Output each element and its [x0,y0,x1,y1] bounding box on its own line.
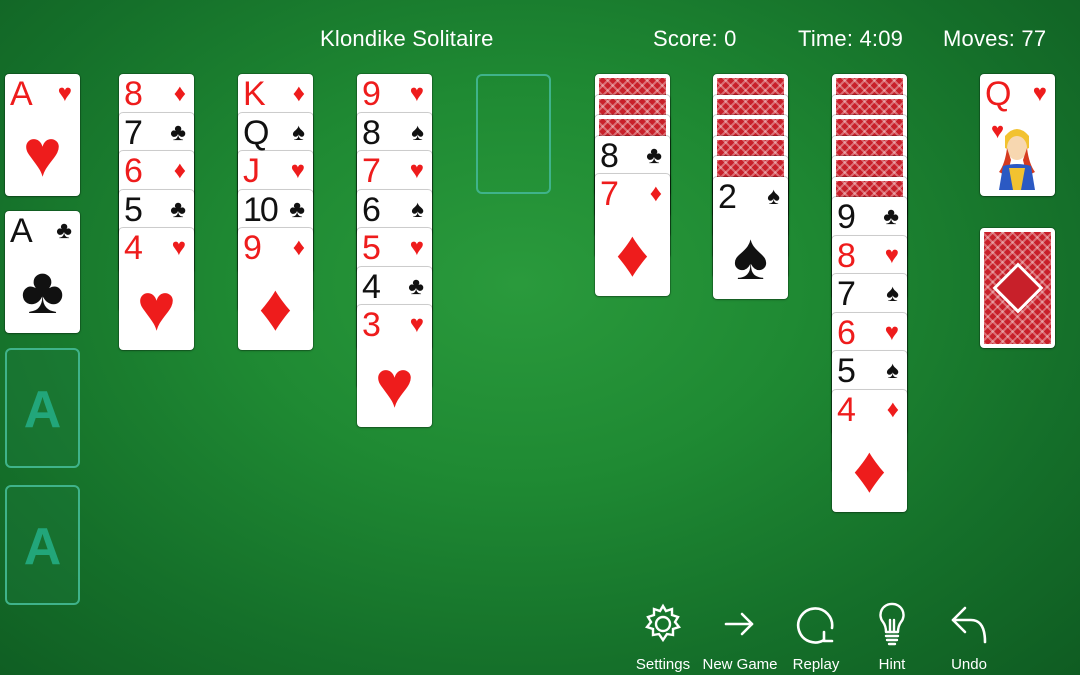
foundation-placeholder: A [23,381,62,439]
tableau-card[interactable]: 4 ♥ ♥ [119,228,194,350]
spade-icon: ♠ [411,118,424,146]
card-back-emblem [992,262,1043,314]
settings-button[interactable]: Settings [628,600,698,675]
spade-icon: ♠ [886,280,899,307]
tableau-card[interactable]: 9 ♦ ♦ [238,228,313,350]
diamond-icon: ♦ [292,80,305,107]
club-icon: ♣ [408,272,424,300]
card-rank: 8 [124,75,143,113]
club-icon: ♣ [56,217,72,244]
heart-icon: ♥ [409,311,424,338]
spade-icon: ♠ [292,118,305,146]
heart-icon: ♥ [409,157,424,184]
card-rank: K [243,75,266,113]
replay-button[interactable]: Replay [781,600,851,675]
card-rank: 8 [837,236,856,275]
tableau-card[interactable]: 7 ♦ ♦ [595,174,670,296]
undo-button[interactable]: Undo [934,600,1004,675]
tableau-card[interactable]: 3 ♥ ♥ [357,305,432,427]
spade-icon: ♠ [767,182,780,210]
heart-icon: ♥ [1032,80,1047,107]
diamond-icon: ♦ [173,80,186,107]
undo-icon [951,606,987,644]
card-rank: 4 [362,267,381,306]
club-icon: ♣ [20,253,65,327]
card-rank: 6 [362,190,381,229]
card-rank: 4 [124,229,143,267]
moves-display: Moves: 77 [943,26,1047,51]
arrow-right-icon [724,612,754,636]
replay-icon [796,607,834,644]
card-rank: A [10,212,33,250]
card-rank: Q [985,75,1011,113]
foundation-empty-slot[interactable]: A [5,485,80,605]
club-icon: ♣ [883,203,899,230]
heart-icon: ♥ [136,270,177,344]
foundation-clubs[interactable]: A ♣ ♣ [5,211,80,333]
gear-icon [644,603,682,643]
card-rank: 2 [718,177,737,216]
card-rank: J [243,152,260,190]
diamond-icon: ♦ [886,395,899,423]
svg-text:♥: ♥ [991,118,1004,143]
card-rank: 10 [243,190,279,229]
stock-pile[interactable] [980,228,1055,348]
undo-label: Undo [951,656,987,673]
tableau-empty-slot[interactable] [476,74,551,194]
card-rank: 5 [837,352,856,390]
diamond-icon: ♦ [258,270,293,344]
card-rank: 8 [600,136,619,175]
heart-icon: ♥ [884,241,899,269]
foundation-hearts[interactable]: A ♥ ♥ [5,74,80,196]
card-rank: 3 [362,306,381,344]
foundation-empty-slot[interactable]: A [5,348,80,468]
heart-icon: ♥ [409,234,424,261]
card-rank: 4 [837,390,856,429]
diamond-icon: ♦ [292,234,305,261]
score-display: Score: 0 [653,26,737,51]
new-game-button[interactable]: New Game [702,600,778,675]
heart-icon: ♥ [22,116,63,190]
diamond-icon: ♦ [649,180,662,207]
card-rank: Q [243,113,269,152]
card-rank: 6 [124,152,143,190]
diamond-icon: ♦ [615,216,650,290]
lightbulb-icon [879,602,905,646]
diamond-icon: ♦ [173,157,186,184]
tableau-card[interactable]: 4 ♦ ♦ [832,389,907,512]
card-rank: 7 [124,113,143,152]
card-rank: 9 [243,229,262,267]
card-rank: 9 [837,198,856,236]
card-rank: 7 [362,152,381,190]
club-icon: ♣ [170,118,186,146]
heart-icon: ♥ [409,80,424,107]
game-title: Klondike Solitaire [320,26,494,51]
diamond-icon: ♦ [852,431,887,506]
heart-icon: ♥ [171,234,186,261]
card-rank: A [10,75,33,113]
waste-card[interactable]: Q ♥ ♥ [980,74,1055,196]
card-rank: 6 [837,313,856,352]
heart-icon: ♥ [374,347,415,421]
time-display: Time: 4:09 [798,26,904,51]
club-icon: ♣ [170,195,186,223]
spade-icon: ♠ [411,195,424,223]
card-rank: 7 [600,175,619,213]
queen-portrait-icon: ♥ [985,118,1049,190]
spade-icon: ♠ [886,357,899,384]
spade-icon: ♠ [732,218,769,293]
club-icon: ♣ [289,195,305,223]
card-rank: 9 [362,75,381,113]
foundation-placeholder: A [23,518,62,576]
card-rank: 5 [124,190,143,229]
heart-icon: ♥ [290,157,305,184]
club-icon: ♣ [646,141,662,169]
card-rank: 5 [362,229,381,267]
heart-icon: ♥ [884,318,899,346]
heart-icon: ♥ [57,80,72,107]
card-rank: 7 [837,275,856,313]
hint-button[interactable]: Hint [857,600,927,675]
tableau-card[interactable]: 2 ♠ ♠ [713,176,788,299]
card-rank: 8 [362,113,381,152]
